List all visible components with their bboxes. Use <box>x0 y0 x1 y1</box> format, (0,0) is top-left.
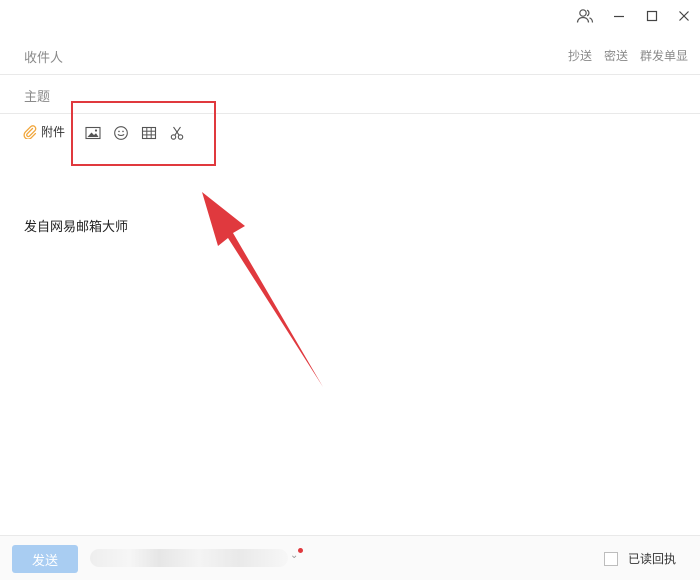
maximize-icon[interactable] <box>640 4 664 28</box>
subject-row[interactable]: 主题 <box>0 75 700 114</box>
read-receipt-checkbox[interactable] <box>604 552 618 566</box>
separate-send-link[interactable]: 群发单显 <box>640 47 688 64</box>
cc-link[interactable]: 抄送 <box>568 47 592 64</box>
notification-dot <box>298 548 303 553</box>
minimize-icon[interactable] <box>607 4 631 28</box>
send-button[interactable]: 发送 <box>12 545 78 573</box>
footer-bar: 发送 ⌄ 已读回执 <box>0 535 700 580</box>
attachment-label: 附件 <box>41 125 66 139</box>
subject-label: 主题 <box>24 90 51 105</box>
title-bar <box>0 0 700 34</box>
attachment-button[interactable]: 附件 <box>23 123 65 140</box>
emoji-icon[interactable] <box>112 124 130 142</box>
chevron-down-icon[interactable]: ⌄ <box>290 550 298 561</box>
close-icon[interactable] <box>672 4 696 28</box>
recipient-label: 收件人 <box>24 51 64 66</box>
contacts-icon[interactable] <box>573 4 597 28</box>
table-icon[interactable] <box>140 124 158 142</box>
image-icon[interactable] <box>84 124 102 142</box>
bcc-link[interactable]: 密送 <box>604 47 628 64</box>
scissors-icon[interactable] <box>168 124 186 142</box>
sender-account-selector[interactable] <box>90 549 288 567</box>
paperclip-icon <box>23 124 37 139</box>
recipient-row[interactable]: 收件人 抄送 密送 群发单显 <box>0 36 700 75</box>
signature-text: 发自网易邮箱大师 <box>24 220 129 235</box>
editor-toolbar: 附件 <box>0 116 700 148</box>
read-receipt-label: 已读回执 <box>628 552 677 566</box>
